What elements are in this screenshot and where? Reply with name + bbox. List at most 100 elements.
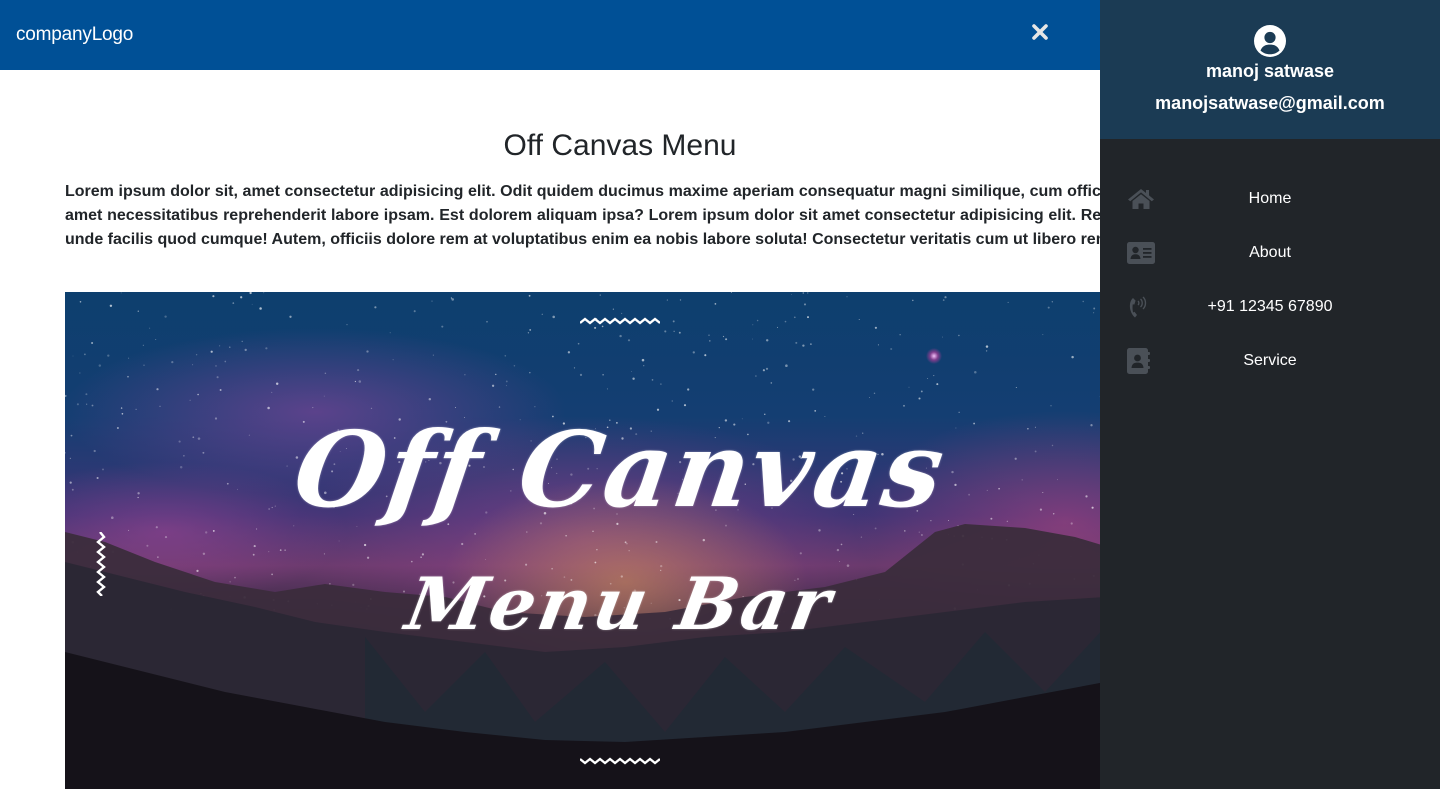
star xyxy=(802,292,805,294)
star xyxy=(632,377,635,380)
star xyxy=(240,296,243,299)
star xyxy=(752,338,754,340)
sidebar-item-service[interactable]: Service xyxy=(1100,334,1440,388)
star xyxy=(241,340,243,343)
star xyxy=(918,531,920,533)
star xyxy=(802,344,805,347)
star xyxy=(491,384,495,387)
star xyxy=(65,394,67,397)
star xyxy=(252,553,255,556)
star xyxy=(552,315,555,319)
star xyxy=(702,538,706,542)
star xyxy=(692,351,695,354)
star xyxy=(770,382,773,384)
home-icon xyxy=(1128,189,1154,209)
star xyxy=(164,536,168,539)
star xyxy=(271,391,273,393)
star xyxy=(127,375,129,378)
star xyxy=(874,326,878,329)
star xyxy=(594,326,597,329)
star xyxy=(128,529,130,531)
star xyxy=(1093,312,1095,314)
star xyxy=(803,303,807,306)
star xyxy=(784,320,787,323)
hero-title-line1: Off Canvas xyxy=(287,408,953,531)
star xyxy=(338,540,340,542)
star xyxy=(936,383,939,386)
star xyxy=(567,351,571,354)
star xyxy=(84,353,86,356)
star xyxy=(599,294,601,296)
star xyxy=(527,332,530,334)
star xyxy=(1050,405,1052,407)
address-book-icon xyxy=(1127,348,1150,374)
star xyxy=(860,536,863,538)
hero-image: Off Canvas Menu Bar xyxy=(65,292,1175,789)
star xyxy=(673,330,675,332)
company-logo[interactable]: companyLogo xyxy=(16,24,133,46)
close-menu-button[interactable] xyxy=(1026,18,1054,46)
star xyxy=(76,403,79,406)
zigzag-decoration-top xyxy=(580,317,660,325)
star xyxy=(529,328,532,331)
hero-title-line2: Menu Bar xyxy=(400,561,840,646)
star xyxy=(212,295,215,298)
star xyxy=(765,367,769,370)
star xyxy=(606,388,608,390)
star xyxy=(755,375,757,377)
star xyxy=(413,310,416,313)
user-circle-icon xyxy=(1254,25,1286,57)
star xyxy=(664,330,667,333)
star xyxy=(324,372,327,375)
star xyxy=(486,320,488,323)
star xyxy=(890,347,893,351)
star xyxy=(146,544,149,547)
star xyxy=(918,397,921,400)
star xyxy=(189,399,191,401)
star xyxy=(1082,300,1084,303)
phone-volume-icon xyxy=(1129,296,1147,318)
star xyxy=(807,316,809,319)
user-email: manojsatwase@gmail.com xyxy=(1155,93,1385,113)
star xyxy=(366,556,370,559)
star xyxy=(877,344,879,346)
sidebar-item-about[interactable]: About xyxy=(1100,226,1440,280)
off-canvas-sidebar: manoj satwase manojsatwase@gmail.com Hom… xyxy=(1100,0,1440,789)
star xyxy=(205,531,208,534)
star xyxy=(155,338,157,341)
star xyxy=(1093,307,1096,310)
star xyxy=(98,364,102,367)
star xyxy=(799,552,802,555)
star xyxy=(72,355,74,357)
star xyxy=(678,331,681,334)
sidebar-user-profile: manoj satwase manojsatwase@gmail.com xyxy=(1100,0,1440,139)
star xyxy=(251,303,253,305)
star xyxy=(244,348,247,352)
star xyxy=(212,529,215,532)
star xyxy=(268,551,270,553)
star xyxy=(202,552,206,556)
star xyxy=(392,359,394,361)
star xyxy=(219,389,222,391)
star xyxy=(109,304,113,308)
star xyxy=(660,383,662,385)
sidebar-item-home[interactable]: Home xyxy=(1100,172,1440,226)
star xyxy=(505,380,508,383)
star xyxy=(216,376,219,379)
star xyxy=(565,535,567,537)
star xyxy=(421,553,425,556)
star xyxy=(65,451,67,454)
star xyxy=(120,292,122,294)
star xyxy=(840,543,843,546)
star xyxy=(284,549,286,551)
sidebar-nav: Home About +91 12345 67890 Service xyxy=(1100,172,1440,388)
star xyxy=(858,319,860,320)
star xyxy=(107,354,110,357)
star xyxy=(612,308,615,310)
star xyxy=(253,545,256,548)
star xyxy=(128,357,130,359)
star xyxy=(164,315,167,318)
sidebar-item-phone[interactable]: +91 12345 67890 xyxy=(1100,280,1440,334)
star xyxy=(672,320,675,323)
star xyxy=(91,404,94,407)
